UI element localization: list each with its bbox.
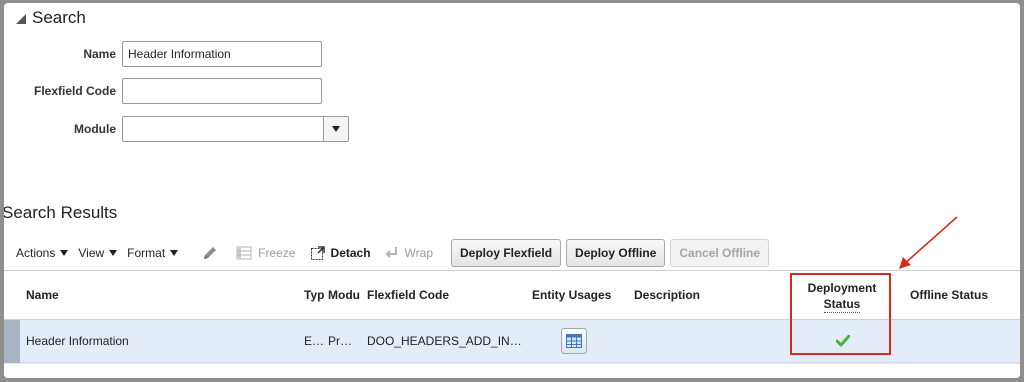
freeze-icon (236, 246, 252, 260)
results-toolbar: Actions View Format Freeze Detach Wrap D… (16, 238, 774, 268)
table-row[interactable]: Header Information E… Pr… DOO_HEADERS_AD… (4, 320, 1020, 363)
column-header-module[interactable]: Modu (328, 288, 362, 302)
chevron-down-icon (170, 250, 179, 256)
freeze-label: Freeze (258, 246, 296, 260)
results-table-header: Name Typ Modu Flexfield Code Entity Usag… (4, 270, 1020, 320)
cell-type: E… (304, 334, 324, 348)
deployment-status-header-line1: Deployment (807, 281, 877, 295)
deployment-status-header-line2: Status (823, 297, 861, 313)
table-icon (566, 334, 582, 348)
name-field-row: Name (4, 41, 322, 67)
module-select[interactable] (122, 116, 349, 142)
format-menu[interactable]: Format (127, 246, 179, 260)
wrap-button[interactable]: Wrap (385, 246, 433, 260)
column-header-offline-status[interactable]: Offline Status (910, 288, 988, 302)
search-section-header[interactable]: Search (16, 8, 86, 28)
column-header-description[interactable]: Description (634, 288, 700, 302)
format-menu-label: Format (127, 246, 166, 260)
deploy-offline-button[interactable]: Deploy Offline (566, 239, 666, 267)
row-selector[interactable] (4, 320, 20, 363)
search-page: Search Name Flexfield Code Module Search… (4, 3, 1020, 378)
cancel-offline-button[interactable]: Cancel Offline (670, 239, 770, 267)
search-results-title: Search Results (4, 203, 118, 222)
chevron-down-icon (332, 126, 340, 132)
annotation-arrow-icon (899, 216, 958, 269)
module-select-value[interactable] (122, 116, 323, 142)
detach-label: Detach (330, 246, 371, 260)
table-footer (4, 363, 1020, 378)
pencil-icon[interactable] (202, 245, 218, 261)
wrap-icon (385, 247, 397, 258)
module-field-row: Module (4, 116, 349, 142)
freeze-button[interactable]: Freeze (236, 246, 296, 260)
name-label: Name (83, 47, 116, 61)
module-label: Module (74, 122, 116, 136)
flexfield-code-input[interactable] (122, 78, 322, 104)
cell-module: Pr… (328, 334, 352, 348)
entity-usages-button[interactable] (561, 328, 587, 354)
cell-flexfield-code: DOO_HEADERS_ADD_IN… (367, 334, 522, 348)
view-menu-label: View (78, 246, 105, 260)
flexfield-code-label: Flexfield Code (33, 84, 116, 98)
column-header-name[interactable]: Name (26, 288, 59, 302)
wrap-label: Wrap (404, 246, 433, 260)
cell-name: Header Information (26, 334, 129, 348)
column-header-flexfield-code[interactable]: Flexfield Code (367, 288, 449, 302)
chevron-down-icon (109, 250, 118, 256)
deploy-flexfield-button[interactable]: Deploy Flexfield (451, 239, 562, 267)
detach-button[interactable]: Detach (310, 245, 371, 261)
actions-menu-label: Actions (16, 246, 56, 260)
column-header-type[interactable]: Typ (304, 288, 324, 302)
name-input[interactable] (122, 41, 322, 67)
flexfield-code-field-row: Flexfield Code (4, 78, 322, 104)
detach-icon (310, 246, 325, 260)
actions-menu[interactable]: Actions (16, 246, 69, 260)
column-header-entity-usages[interactable]: Entity Usages (532, 288, 611, 302)
collapse-triangle-icon[interactable] (16, 14, 26, 24)
column-header-deployment-status[interactable]: Deployment Status (796, 280, 888, 313)
chevron-down-icon (60, 250, 69, 256)
module-dropdown-button[interactable] (323, 116, 349, 142)
search-title: Search (32, 8, 86, 27)
view-menu[interactable]: View (78, 246, 118, 260)
checkmark-icon (835, 334, 851, 352)
